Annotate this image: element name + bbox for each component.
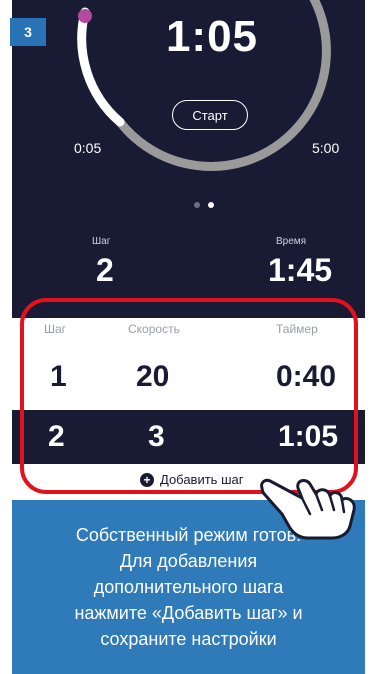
timer-display: 1:05 <box>165 12 259 61</box>
pointing-hand-icon <box>260 478 356 540</box>
timer-panel: 1:05 Старт 0:05 5:00 Шаг 2 Время 1:45 <box>12 0 365 318</box>
page-dot-2[interactable] <box>208 202 214 208</box>
range-max-label: 5:00 <box>312 140 340 156</box>
summary-time-label: Время <box>276 236 307 247</box>
caption-line: дополнительного шага <box>93 577 284 597</box>
page-dot-1[interactable] <box>194 202 200 208</box>
summary-step-label: Шаг <box>92 236 111 247</box>
start-button[interactable]: Старт <box>172 100 248 130</box>
caption-line: Для добавления <box>119 551 258 571</box>
caption-line: нажмите «Добавить шаг» и <box>74 603 303 623</box>
dial-start-marker <box>78 9 92 23</box>
page-indicator[interactable] <box>194 202 214 208</box>
summary-step-value: 2 <box>96 252 114 288</box>
highlight-frame <box>20 298 358 494</box>
dial-elapsed-arc <box>77 7 125 127</box>
step-number-badge: 3 <box>10 18 46 46</box>
range-min-label: 0:05 <box>74 140 102 156</box>
caption-line: сохраните настройки <box>100 629 277 649</box>
summary-time-value: 1:45 <box>268 252 333 288</box>
